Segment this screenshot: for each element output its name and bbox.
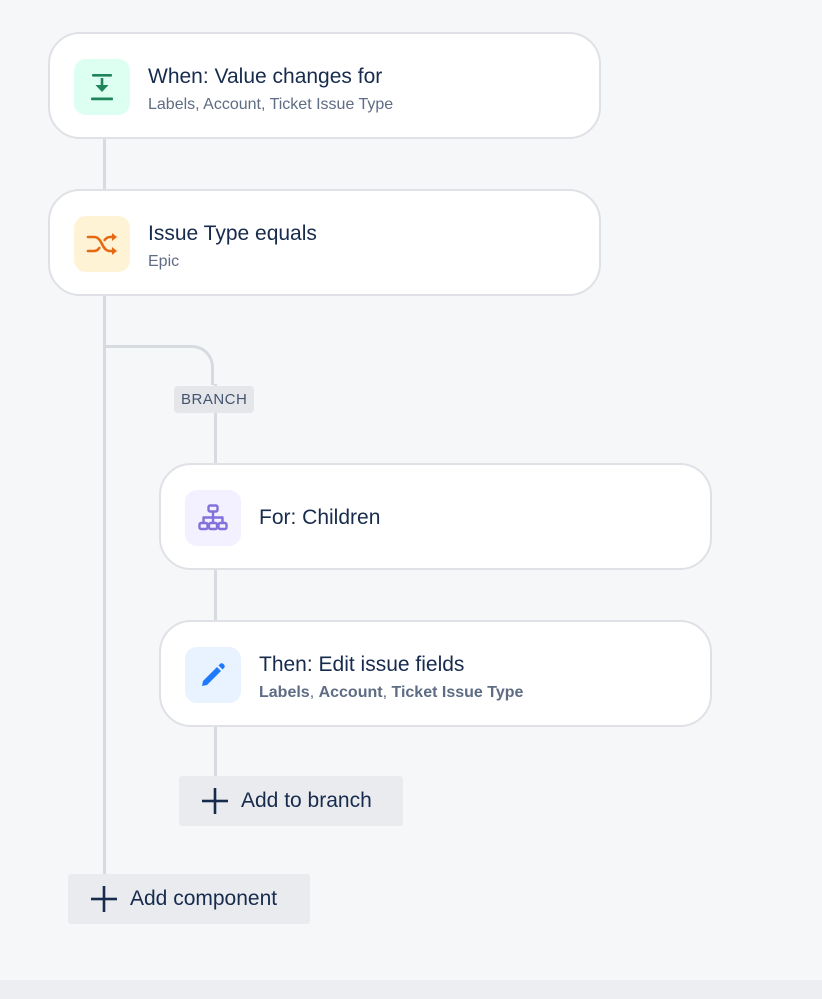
add-to-branch-label: Add to branch [241, 789, 372, 812]
branch-action-icon-box [185, 647, 241, 703]
condition-subtitle: Epic [148, 253, 180, 270]
branch-connector-line [214, 569, 217, 621]
branch-connector-curve [103, 345, 214, 385]
field-name: Account [318, 684, 383, 701]
trigger-subtitle: Labels, Account, Ticket Issue Type [148, 96, 394, 113]
add-to-branch-button[interactable]: Add to branch [179, 776, 403, 826]
trigger-title: When: Value changes for [148, 65, 383, 88]
trigger-card[interactable]: When: Value changes for Labels, Account,… [48, 32, 601, 139]
branch-connector-line [214, 725, 217, 777]
branch-for-card[interactable]: For: Children [159, 463, 712, 570]
hierarchy-icon [198, 504, 228, 531]
pencil-icon [202, 663, 225, 686]
branch-tag: BRANCH [174, 386, 255, 413]
condition-title: Issue Type equals [148, 222, 317, 245]
shuffle-icon [86, 233, 117, 255]
branch-action-fields: Labels, Account, Ticket Issue Type [259, 682, 523, 704]
branch-for-icon-box [185, 490, 241, 546]
field-name: Labels [259, 684, 310, 701]
page-bottom-edge [0, 980, 822, 999]
branch-for-title: For: Children [259, 506, 381, 529]
plus-icon [90, 885, 118, 913]
branch-action-title: Then: Edit issue fields [259, 653, 465, 676]
plus-icon [201, 787, 229, 815]
branch-action-card[interactable]: Then: Edit issue fields Labels, Account,… [159, 620, 712, 727]
download-arrow-icon [91, 74, 113, 101]
condition-icon-box [74, 216, 130, 272]
add-component-label: Add component [130, 887, 278, 910]
field-name: Ticket Issue Type [391, 684, 524, 701]
add-component-button[interactable]: Add component [68, 874, 310, 924]
condition-card[interactable]: Issue Type equals Epic [48, 189, 601, 296]
field-separator: , [309, 684, 319, 701]
trigger-icon-box [74, 59, 130, 115]
